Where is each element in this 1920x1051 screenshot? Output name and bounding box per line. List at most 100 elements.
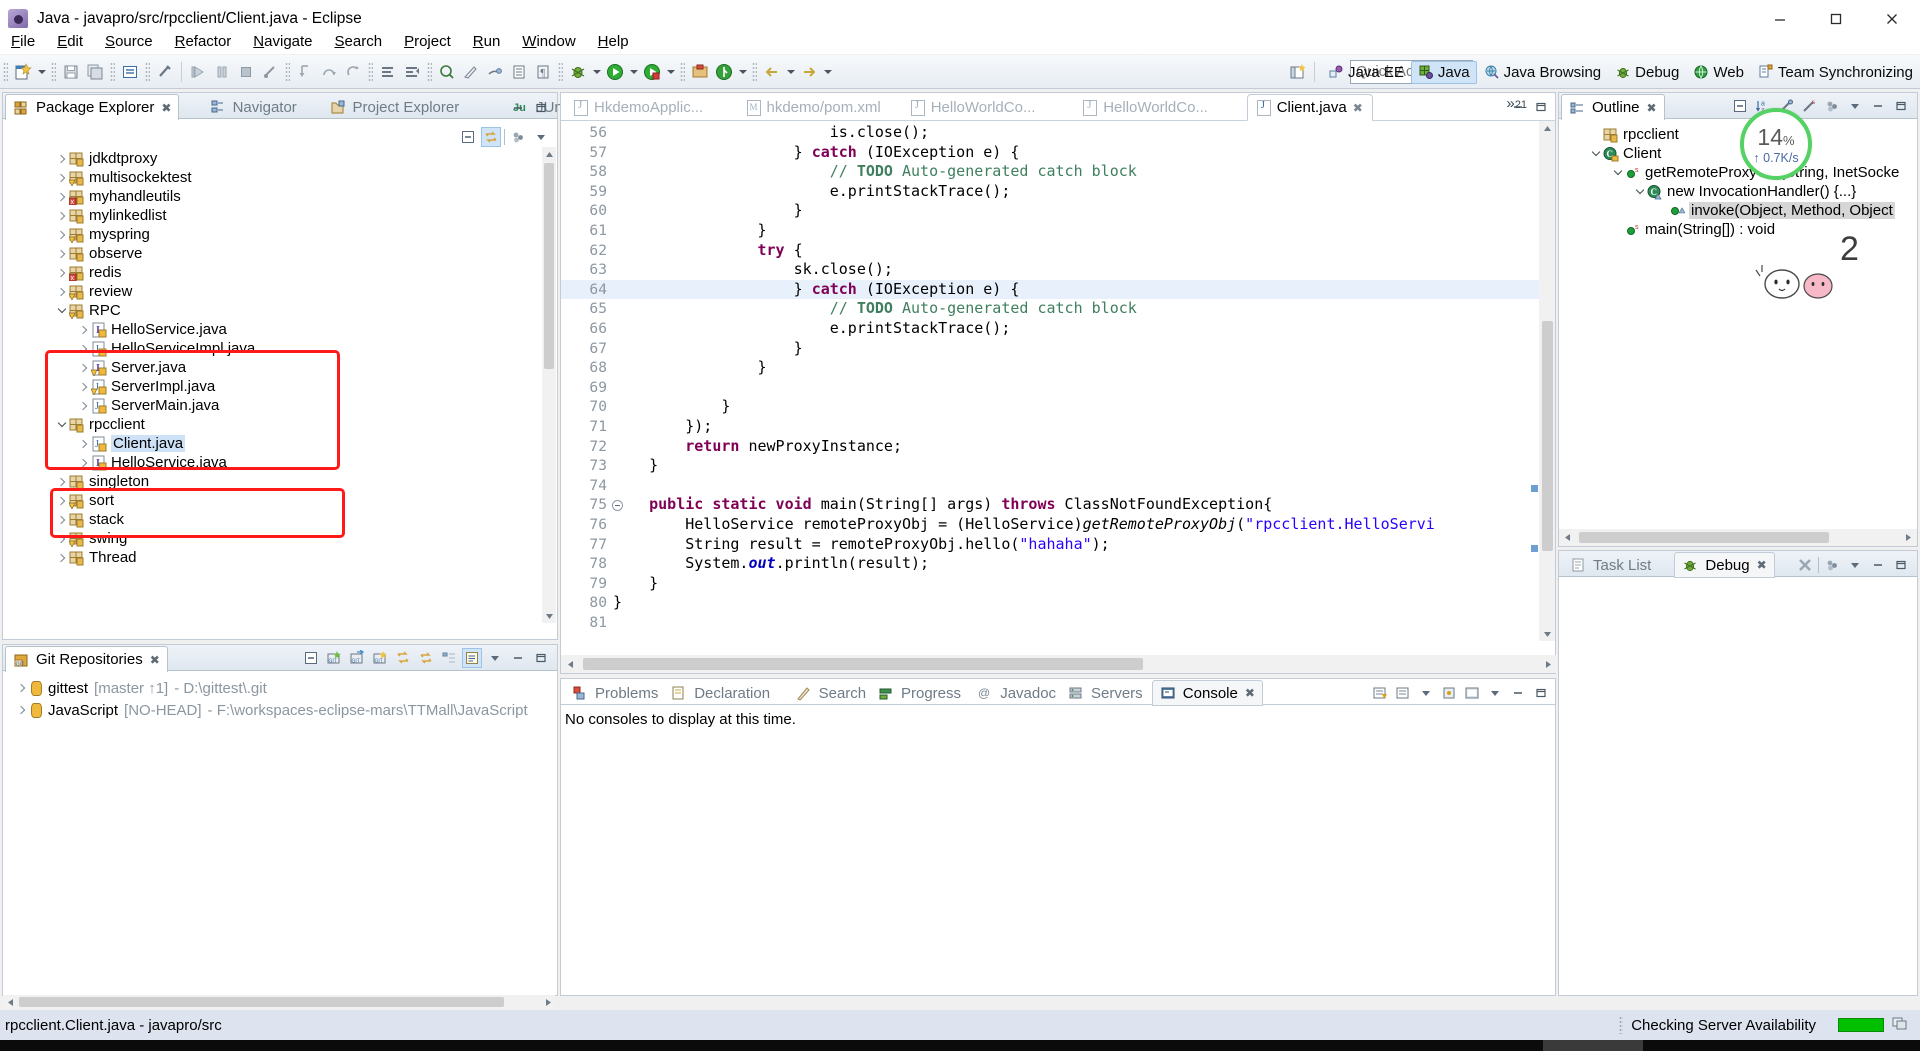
perspective-team-synchronizing[interactable]: Team Synchronizing [1751, 61, 1920, 84]
toggle-comment-icon[interactable] [118, 60, 142, 84]
tree-item-serverimpl-java[interactable]: J ServerImpl.java [5, 377, 539, 396]
tree-item-stack[interactable]: stack [5, 510, 539, 529]
view-menu-chevron-icon[interactable] [1845, 96, 1865, 116]
chevron-down-icon[interactable] [1633, 185, 1647, 199]
scroll-up-arrow-icon[interactable] [542, 147, 556, 161]
no-twisty[interactable] [1611, 223, 1625, 237]
toolbar-grip[interactable] [558, 61, 563, 82]
toolbar-grip[interactable] [3, 61, 8, 82]
clone-repository-icon[interactable]: GIT [347, 648, 367, 668]
chevron-right-icon[interactable] [55, 532, 69, 546]
chevron-down-icon[interactable] [55, 418, 69, 432]
menu-item-search[interactable]: Search [324, 31, 394, 52]
outline-item-getremoteproxyobj-string-inets[interactable]: s getRemoteProxyObj(String, InetSocke [1563, 163, 1915, 182]
scroll-thumb[interactable] [1579, 532, 1829, 543]
perspective-debug[interactable]: Debug [1608, 61, 1686, 84]
outline-item-main-string-void[interactable]: s main(String[]) : void [1563, 220, 1915, 239]
hide-static-icon[interactable]: s [1799, 96, 1819, 116]
hide-nonpublic-icon[interactable] [1822, 96, 1842, 116]
close-icon[interactable]: ✖ [1647, 101, 1657, 115]
git-hscrollbar[interactable] [3, 995, 555, 1009]
pin-console-icon[interactable] [1439, 683, 1459, 703]
scroll-left-arrow-icon[interactable] [3, 995, 17, 1009]
new-java-class-icon[interactable] [376, 60, 400, 84]
scroll-up-arrow-icon[interactable] [1539, 121, 1555, 135]
toolbar-grip[interactable] [752, 61, 757, 82]
bottom-tab-declaration[interactable]: Declaration [664, 681, 777, 705]
git-repository-row[interactable]: gittest [master ↑1] - D:\gittest\.git [7, 677, 553, 699]
chevron-right-icon[interactable] [77, 456, 91, 470]
no-twisty[interactable] [1655, 204, 1669, 218]
toolbar-grip[interactable] [285, 61, 290, 82]
chevron-right-icon[interactable] [77, 342, 91, 356]
outline-item-invoke-object-method-object[interactable]: invoke(Object, Method, Object [1563, 201, 1915, 220]
tree-item-observe[interactable]: observe [5, 244, 539, 263]
run-external-tools-icon[interactable] [640, 60, 664, 84]
forward-dropdown-icon[interactable] [821, 61, 834, 83]
chevron-right-icon[interactable] [55, 190, 69, 204]
tree-item-helloserviceimpl-java[interactable]: J HelloServiceImpl.java [5, 339, 539, 358]
collapse-all-icon[interactable] [458, 127, 478, 147]
close-icon[interactable]: ✖ [150, 653, 160, 667]
menu-item-project[interactable]: Project [393, 31, 462, 52]
bottom-tab-servers[interactable]: Servers [1061, 681, 1150, 705]
debug-dropdown-icon[interactable] [590, 61, 603, 83]
tree-item-review[interactable]: review [5, 282, 539, 301]
chevron-down-icon[interactable] [1485, 683, 1505, 703]
chevron-right-icon[interactable] [15, 703, 29, 717]
chevron-right-icon[interactable] [55, 152, 69, 166]
toolbar-grip[interactable] [368, 61, 373, 82]
chevron-right-icon[interactable] [55, 209, 69, 223]
toggle-breadcrumb-icon[interactable] [507, 60, 531, 84]
menu-item-run[interactable]: Run [462, 31, 512, 52]
outline-item-client[interactable]: C Client [1563, 144, 1915, 163]
view-menu-chevron-icon[interactable] [531, 127, 551, 147]
run-icon[interactable] [603, 60, 627, 84]
close-icon[interactable]: ✖ [1353, 101, 1363, 115]
link-with-editor-icon[interactable] [481, 127, 501, 147]
toggle-mark-occurrences-icon[interactable] [153, 60, 177, 84]
tree-item-helloservice-java[interactable]: I HelloService.java [5, 320, 539, 339]
chevron-right-icon[interactable] [77, 437, 91, 451]
chevron-down-icon[interactable] [55, 304, 69, 318]
chevron-down-icon[interactable] [1416, 683, 1436, 703]
toolbar-grip[interactable] [110, 61, 115, 82]
bottom-tab-progress[interactable]: Progress [871, 681, 968, 705]
tab-navigator[interactable]: Navigator [203, 95, 304, 119]
chevron-right-icon[interactable] [55, 475, 69, 489]
tab-package-explorer[interactable]: Package Explorer ✖ [5, 94, 180, 120]
perspective-java-browsing[interactable]: Java Browsing [1477, 61, 1609, 84]
view-menu-chevron-icon[interactable] [1845, 555, 1865, 575]
scroll-down-arrow-icon[interactable] [1539, 627, 1555, 641]
maximize-icon[interactable] [1891, 96, 1911, 116]
last-edit-location-icon[interactable] [483, 60, 507, 84]
outline-item-rpcclient[interactable]: rpcclient [1563, 125, 1915, 144]
view-menu-icon[interactable] [1822, 555, 1842, 575]
open-console-icon[interactable] [1462, 683, 1482, 703]
minimize-icon[interactable] [1868, 96, 1888, 116]
editor-tab-helloworldco-[interactable]: HelloWorldCo... [1074, 95, 1217, 120]
chevron-right-icon[interactable] [77, 361, 91, 375]
bottom-tab-javadoc[interactable]: @ Javadoc [970, 681, 1063, 705]
tree-item-redis[interactable]: x redis [5, 263, 539, 282]
minimize-icon[interactable] [1868, 555, 1888, 575]
search-icon[interactable] [459, 60, 483, 84]
maximize-icon[interactable] [1531, 97, 1551, 117]
close-icon[interactable]: ✖ [1757, 558, 1767, 572]
pilcrow-icon[interactable]: ¶ [531, 60, 555, 84]
scroll-down-arrow-icon[interactable] [542, 609, 556, 623]
coverage-icon[interactable] [688, 60, 712, 84]
tree-item-client-java[interactable]: J Client.java [5, 434, 539, 453]
scroll-right-arrow-icon[interactable] [1539, 655, 1557, 673]
open-type-icon[interactable] [435, 60, 459, 84]
maximize-icon[interactable] [1891, 555, 1911, 575]
tree-item-servermain-java[interactable]: J ServerMain.java [5, 396, 539, 415]
hierarchy-icon[interactable] [439, 648, 459, 668]
view-menu-chevron-icon[interactable] [485, 648, 505, 668]
outline-item-new-invocationhandler-[interactable]: Cnew InvocationHandler() {...} [1563, 182, 1915, 201]
bottom-tab-problems[interactable]: Problems [565, 681, 665, 705]
scroll-right-arrow-icon[interactable] [541, 995, 555, 1009]
menu-item-refactor[interactable]: Refactor [164, 31, 243, 52]
chevron-right-icon[interactable] [77, 399, 91, 413]
scroll-thumb[interactable] [583, 658, 1143, 670]
